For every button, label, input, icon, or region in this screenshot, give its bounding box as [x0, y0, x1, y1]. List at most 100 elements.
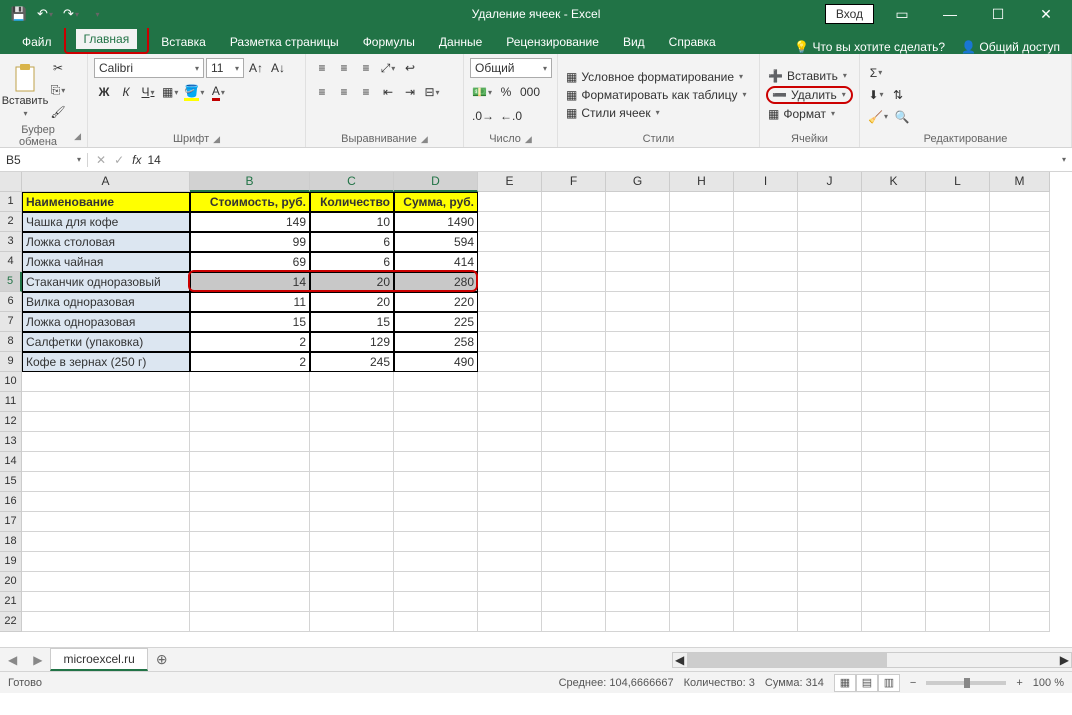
cell-H11[interactable] [670, 392, 734, 412]
cell-L17[interactable] [926, 512, 990, 532]
cell-J8[interactable] [798, 332, 862, 352]
cell-L15[interactable] [926, 472, 990, 492]
cell-styles-button[interactable]: ▦Стили ячеек▾ [564, 105, 753, 121]
align-right-button[interactable]: ≡ [356, 82, 376, 102]
cell-G6[interactable] [606, 292, 670, 312]
cell-B9[interactable]: 2 [190, 352, 310, 372]
cell-C14[interactable] [310, 452, 394, 472]
column-header-G[interactable]: G [606, 172, 670, 192]
cell-D16[interactable] [394, 492, 478, 512]
cell-C15[interactable] [310, 472, 394, 492]
cell-C1[interactable]: Количество [310, 192, 394, 212]
cell-I17[interactable] [734, 512, 798, 532]
insert-cells-button[interactable]: ➕Вставить▾ [766, 68, 853, 84]
fx-icon[interactable]: fx [132, 153, 141, 167]
cell-H8[interactable] [670, 332, 734, 352]
cell-L10[interactable] [926, 372, 990, 392]
cell-E12[interactable] [478, 412, 542, 432]
enter-icon[interactable]: ✓ [114, 153, 124, 167]
cell-M9[interactable] [990, 352, 1050, 372]
cell-I1[interactable] [734, 192, 798, 212]
sort-filter-button[interactable]: ⇅ [888, 85, 908, 105]
cell-A17[interactable] [22, 512, 190, 532]
cell-A6[interactable]: Вилка одноразовая [22, 292, 190, 312]
cell-B1[interactable]: Стоимость, руб. [190, 192, 310, 212]
fill-color-button[interactable]: 🪣▾ [182, 82, 206, 102]
cell-G2[interactable] [606, 212, 670, 232]
cell-E2[interactable] [478, 212, 542, 232]
cell-D5[interactable]: 280 [394, 272, 478, 292]
cell-I5[interactable] [734, 272, 798, 292]
cell-F1[interactable] [542, 192, 606, 212]
cell-K20[interactable] [862, 572, 926, 592]
save-icon[interactable]: 💾 [8, 3, 30, 25]
cell-E6[interactable] [478, 292, 542, 312]
cell-C10[interactable] [310, 372, 394, 392]
conditional-formatting-button[interactable]: ▦Условное форматирование▾ [564, 69, 753, 85]
cell-E17[interactable] [478, 512, 542, 532]
percent-button[interactable]: % [496, 82, 516, 102]
row-header-13[interactable]: 13 [0, 432, 22, 452]
increase-indent-button[interactable]: ⇥ [400, 82, 420, 102]
cell-K14[interactable] [862, 452, 926, 472]
cell-M15[interactable] [990, 472, 1050, 492]
cell-J7[interactable] [798, 312, 862, 332]
copy-button[interactable]: ⎘▾ [48, 80, 68, 100]
format-as-table-button[interactable]: ▦Форматировать как таблицу▾ [564, 87, 753, 103]
cell-K16[interactable] [862, 492, 926, 512]
cell-J15[interactable] [798, 472, 862, 492]
cell-L22[interactable] [926, 612, 990, 632]
align-bottom-button[interactable]: ≡ [356, 58, 376, 78]
cell-G18[interactable] [606, 532, 670, 552]
cell-B13[interactable] [190, 432, 310, 452]
cell-F14[interactable] [542, 452, 606, 472]
cell-H9[interactable] [670, 352, 734, 372]
cell-C11[interactable] [310, 392, 394, 412]
tab-file[interactable]: Файл [10, 30, 64, 54]
cell-C5[interactable]: 20 [310, 272, 394, 292]
cell-C19[interactable] [310, 552, 394, 572]
tab-review[interactable]: Рецензирование [494, 30, 611, 54]
row-header-17[interactable]: 17 [0, 512, 22, 532]
cell-E10[interactable] [478, 372, 542, 392]
cell-K7[interactable] [862, 312, 926, 332]
row-header-14[interactable]: 14 [0, 452, 22, 472]
cell-D3[interactable]: 594 [394, 232, 478, 252]
scroll-thumb[interactable] [687, 653, 887, 667]
cell-K18[interactable] [862, 532, 926, 552]
cell-K1[interactable] [862, 192, 926, 212]
name-box[interactable]: B5▾ [0, 153, 88, 167]
format-painter-button[interactable]: 🖌 [48, 102, 68, 122]
cell-G22[interactable] [606, 612, 670, 632]
cell-D15[interactable] [394, 472, 478, 492]
cell-A18[interactable] [22, 532, 190, 552]
zoom-out-button[interactable]: − [910, 677, 916, 689]
cell-A19[interactable] [22, 552, 190, 572]
cell-K2[interactable] [862, 212, 926, 232]
cell-A13[interactable] [22, 432, 190, 452]
alignment-launcher-icon[interactable]: ◢ [421, 134, 428, 145]
cell-I8[interactable] [734, 332, 798, 352]
cell-M6[interactable] [990, 292, 1050, 312]
cell-H4[interactable] [670, 252, 734, 272]
cell-J20[interactable] [798, 572, 862, 592]
cell-M20[interactable] [990, 572, 1050, 592]
cell-H2[interactable] [670, 212, 734, 232]
row-header-1[interactable]: 1 [0, 192, 22, 212]
scroll-right-icon[interactable]: ▶ [1060, 653, 1069, 667]
cell-G17[interactable] [606, 512, 670, 532]
cell-I3[interactable] [734, 232, 798, 252]
number-format-combo[interactable]: Общий▾ [470, 58, 552, 78]
cell-L3[interactable] [926, 232, 990, 252]
cell-J6[interactable] [798, 292, 862, 312]
cell-I6[interactable] [734, 292, 798, 312]
cell-A1[interactable]: Наименование [22, 192, 190, 212]
login-button[interactable]: Вход [825, 4, 874, 24]
cell-K11[interactable] [862, 392, 926, 412]
cell-H22[interactable] [670, 612, 734, 632]
row-header-11[interactable]: 11 [0, 392, 22, 412]
cell-D20[interactable] [394, 572, 478, 592]
cell-G10[interactable] [606, 372, 670, 392]
cell-G3[interactable] [606, 232, 670, 252]
paste-button[interactable]: Вставить ▾ [6, 58, 44, 122]
